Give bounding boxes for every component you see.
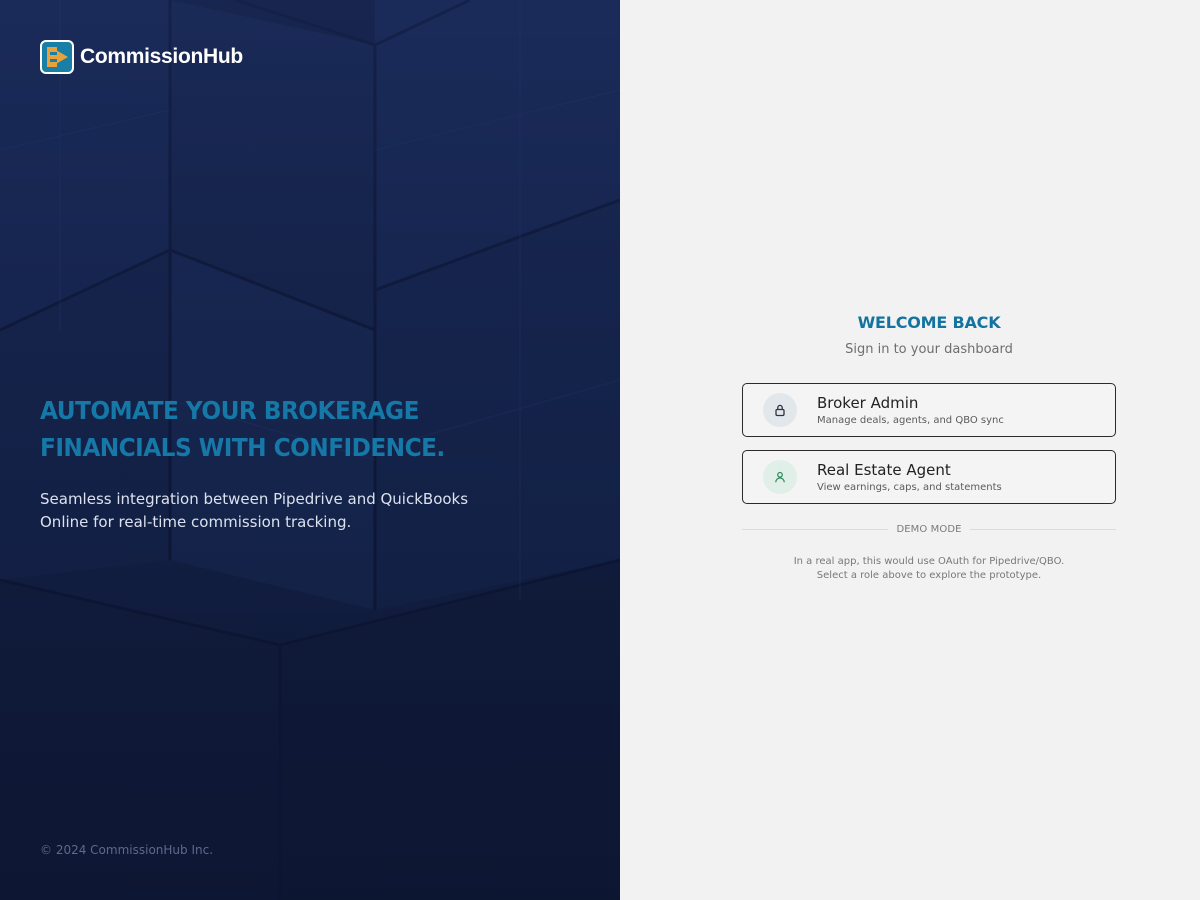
login-page: CommissionHub AUTOMATE YOUR BROKERAGE FI… [0,0,1200,900]
copyright-footer: © 2024 CommissionHub Inc. [40,843,214,857]
demo-note-line2: Select a role above to explore the proto… [816,570,1042,581]
page-subtitle: Sign in to your dashboard [845,342,1013,357]
page-title: WELCOME BACK [857,313,1001,332]
brand-logo[interactable]: CommissionHub [40,40,243,74]
hero-headline-line1: AUTOMATE YOUR BROKERAGE [40,396,419,425]
divider-line-right [969,529,1116,530]
auth-panel: WELCOME BACK Sign in to your dashboard B… [620,0,1200,900]
hero-subtext-line2: Online for real-time commission tracking… [40,513,352,531]
real-estate-agent-text: Real Estate Agent View earnings, caps, a… [817,461,1002,494]
demo-mode-label: DEMO MODE [896,524,962,535]
hero-headline: AUTOMATE YOUR BROKERAGE FINANCIALS WITH … [40,392,449,466]
demo-note: In a real app, this would use OAuth for … [742,555,1116,583]
user-icon [763,460,797,494]
hero-subtext: Seamless integration between Pipedrive a… [40,488,480,534]
brand-name: CommissionHub [80,45,243,68]
sign-in-card: WELCOME BACK Sign in to your dashboard B… [742,313,1116,583]
real-estate-agent-button[interactable]: Real Estate Agent View earnings, caps, a… [742,450,1116,504]
real-estate-agent-title: Real Estate Agent [817,460,951,479]
broker-admin-description: Manage deals, agents, and QBO sync [817,414,1004,426]
broker-admin-title: Broker Admin [817,393,919,412]
lock-icon [763,393,797,427]
real-estate-agent-description: View earnings, caps, and statements [817,481,1002,493]
divider-line-left [742,529,889,530]
hero-copy: AUTOMATE YOUR BROKERAGE FINANCIALS WITH … [40,392,480,534]
broker-admin-text: Broker Admin Manage deals, agents, and Q… [817,394,1004,427]
hero-headline-line2: FINANCIALS WITH CONFIDENCE. [40,433,445,462]
broker-admin-button[interactable]: Broker Admin Manage deals, agents, and Q… [742,383,1116,437]
demo-note-line1: In a real app, this would use OAuth for … [793,556,1065,567]
demo-mode-divider: DEMO MODE [742,524,1116,535]
hero-subtext-line1: Seamless integration between Pipedrive a… [40,490,469,508]
hero-panel: CommissionHub AUTOMATE YOUR BROKERAGE FI… [0,0,620,900]
arrow-badge-icon [40,40,74,74]
